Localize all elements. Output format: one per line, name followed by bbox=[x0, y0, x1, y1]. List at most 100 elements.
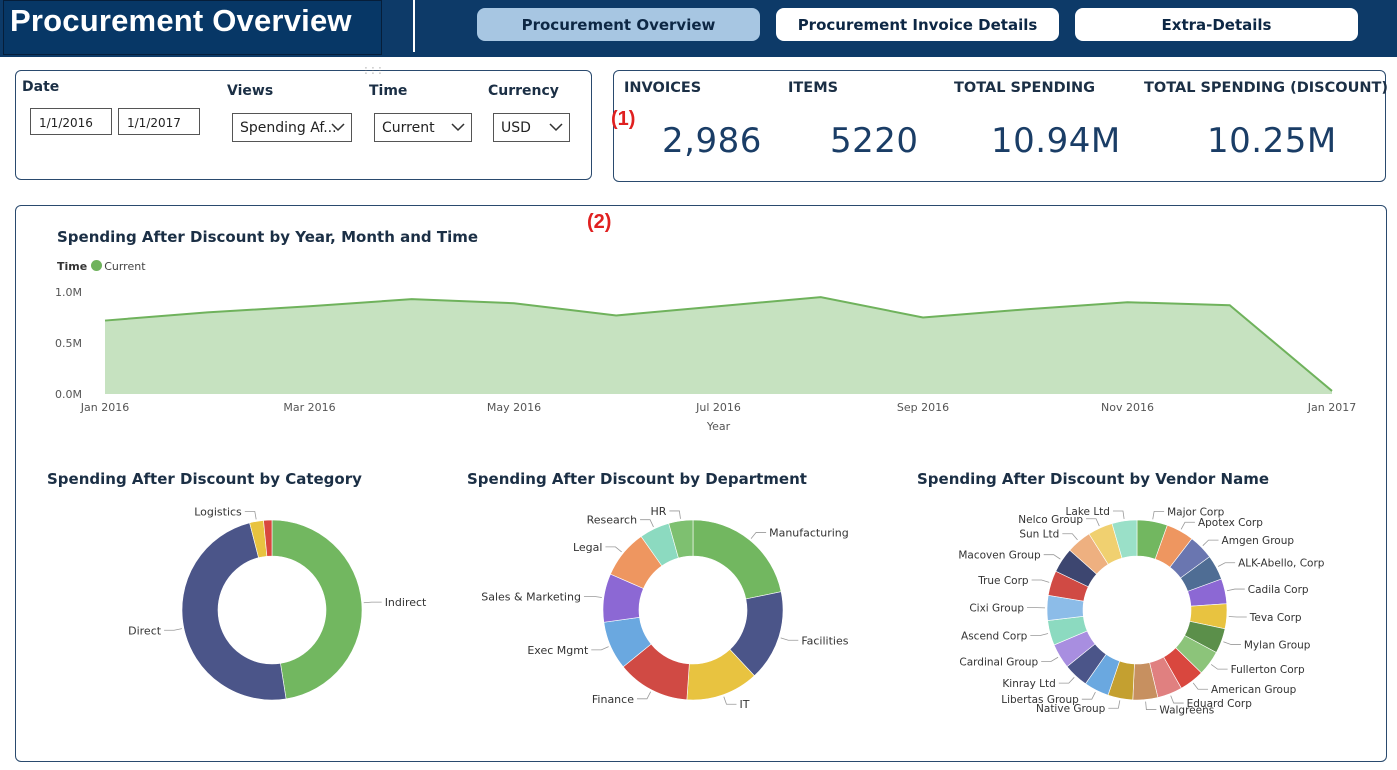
tab-procurement-overview[interactable]: Procurement Overview bbox=[477, 8, 760, 41]
data-point[interactable] bbox=[512, 301, 516, 305]
slice-label: Kinray Ltd bbox=[1002, 678, 1055, 690]
time-dropdown[interactable]: Current bbox=[374, 113, 472, 142]
kpi-total-spending-label: TOTAL SPENDING bbox=[954, 80, 1096, 96]
kpi-total-spending-value: 10.94M bbox=[991, 121, 1121, 161]
time-value: Current bbox=[382, 120, 435, 136]
slice-label: Facilities bbox=[801, 634, 848, 647]
leader-line bbox=[1058, 677, 1075, 684]
leader-line bbox=[1041, 656, 1059, 662]
leader-line bbox=[1108, 700, 1121, 709]
chevron-down-icon bbox=[331, 123, 345, 132]
y-tick-label: 0.0M bbox=[55, 388, 82, 401]
leader-line bbox=[1170, 695, 1184, 704]
page-title-box: Procurement Overview bbox=[3, 0, 382, 55]
page-title: Procurement Overview bbox=[10, 3, 352, 38]
date-start-input[interactable]: 1/1/2016 bbox=[30, 108, 112, 135]
currency-label: Currency bbox=[488, 83, 559, 99]
leader-line bbox=[1086, 518, 1100, 527]
slice-indirect[interactable] bbox=[271, 519, 363, 700]
chevron-down-icon bbox=[549, 123, 563, 132]
slice-label: Mylan Group bbox=[1244, 639, 1311, 651]
slice-label: Legal bbox=[573, 541, 602, 554]
slice-label: Walgreens bbox=[1159, 705, 1214, 717]
views-dropdown[interactable]: Spending Af... bbox=[232, 113, 352, 142]
category-chart-title: Spending After Discount by Category bbox=[47, 470, 362, 488]
x-axis-label: Year bbox=[706, 420, 731, 433]
x-tick-label: Jan 2017 bbox=[1307, 401, 1356, 414]
area-fill bbox=[105, 297, 1332, 394]
slice-label: Exec Mgmt bbox=[527, 644, 589, 657]
kpi-invoices-label: INVOICES bbox=[624, 80, 702, 96]
slice-label: Teva Corp bbox=[1249, 612, 1302, 624]
x-tick-label: Jan 2016 bbox=[80, 401, 129, 414]
category-donut-chart[interactable]: Indirect Direct Logistics bbox=[100, 495, 460, 735]
drag-grip-icon[interactable]: ⋮⋮⋮ bbox=[362, 66, 384, 75]
x-tick-label: May 2016 bbox=[487, 401, 541, 414]
slice-label: American Group bbox=[1211, 684, 1297, 696]
tab-extra-details[interactable]: Extra-Details bbox=[1075, 8, 1358, 41]
data-point[interactable] bbox=[1023, 307, 1027, 311]
leader-line bbox=[1210, 664, 1228, 670]
leader-line bbox=[1030, 633, 1049, 636]
kpi-invoices-value: 2,986 bbox=[662, 121, 762, 161]
leader-line bbox=[583, 595, 602, 598]
slice-label: Cixi Group bbox=[969, 603, 1024, 615]
chevron-down-icon bbox=[451, 123, 465, 132]
slice-label: Direct bbox=[128, 624, 162, 637]
slice-label: IT bbox=[739, 698, 749, 711]
leader-line bbox=[1180, 521, 1195, 530]
data-point[interactable] bbox=[103, 319, 107, 323]
slice-label: Manufacturing bbox=[769, 526, 849, 539]
slice-label: Finance bbox=[592, 693, 634, 706]
date-label: Date bbox=[22, 79, 60, 95]
data-point[interactable] bbox=[717, 304, 721, 308]
data-point[interactable] bbox=[614, 313, 618, 317]
vendor-chart-title: Spending After Discount by Vendor Name bbox=[917, 470, 1269, 488]
slice-label: True Corp bbox=[977, 575, 1029, 587]
data-point[interactable] bbox=[410, 297, 414, 301]
vendor-donut-chart[interactable]: Major CorpApotex CorpAmgen GroupALK-Abel… bbox=[940, 495, 1360, 735]
leader-line bbox=[1031, 579, 1050, 583]
slice-label: Cadila Corp bbox=[1248, 584, 1309, 596]
data-point[interactable] bbox=[1330, 389, 1334, 393]
slice-manufacturing[interactable] bbox=[692, 519, 782, 600]
annotation-marker-2: (2) bbox=[587, 211, 612, 233]
currency-dropdown[interactable]: USD bbox=[493, 113, 570, 142]
y-tick-label: 1.0M bbox=[55, 286, 82, 299]
leader-line bbox=[1145, 701, 1157, 710]
slice-label: HR bbox=[650, 505, 666, 518]
data-point[interactable] bbox=[819, 295, 823, 299]
data-point[interactable] bbox=[308, 304, 312, 308]
slice-label: Cardinal Group bbox=[959, 656, 1038, 668]
leader-line bbox=[164, 628, 182, 631]
leader-line bbox=[1152, 511, 1165, 520]
leader-line bbox=[750, 532, 767, 539]
department-chart-title: Spending After Discount by Department bbox=[467, 470, 807, 488]
department-donut-chart[interactable]: Manufacturing Facilities IT Finance Exec Mgm… bbox=[470, 495, 870, 735]
views-value: Spending Af... bbox=[240, 120, 337, 136]
time-label: Time bbox=[369, 83, 408, 99]
slice-label: Fullerton Corp bbox=[1231, 664, 1305, 676]
legend-title: Time bbox=[57, 260, 88, 273]
tab-procurement-invoice-details[interactable]: Procurement Invoice Details bbox=[776, 8, 1059, 41]
slice-label: Macoven Group bbox=[958, 550, 1041, 562]
legend-series-name: Current bbox=[104, 260, 146, 273]
top-banner: Procurement Overview Procurement Overvie… bbox=[0, 0, 1397, 57]
slice-label: Libertas Group bbox=[1001, 694, 1079, 706]
data-point[interactable] bbox=[1228, 303, 1232, 307]
x-tick-label: Mar 2016 bbox=[283, 401, 335, 414]
data-point[interactable] bbox=[921, 316, 925, 320]
data-point[interactable] bbox=[205, 310, 209, 314]
slice-label: Indirect bbox=[385, 596, 427, 609]
area-chart-legend: Time Current bbox=[57, 260, 146, 273]
leader-line bbox=[640, 519, 654, 528]
header-divider bbox=[413, 0, 415, 52]
data-point[interactable] bbox=[1126, 300, 1130, 304]
x-tick-label: Sep 2016 bbox=[897, 401, 949, 414]
date-end-input[interactable]: 1/1/2017 bbox=[118, 108, 200, 135]
leader-line bbox=[1202, 539, 1219, 546]
area-chart[interactable]: 0.0M 0.5M 1.0M Jan 2016 Mar 2016 May 2016 Jul … bbox=[40, 275, 1370, 440]
kpi-total-spending-discount-value: 10.25M bbox=[1207, 121, 1337, 161]
leader-line bbox=[780, 637, 799, 641]
leader-line bbox=[723, 696, 737, 705]
